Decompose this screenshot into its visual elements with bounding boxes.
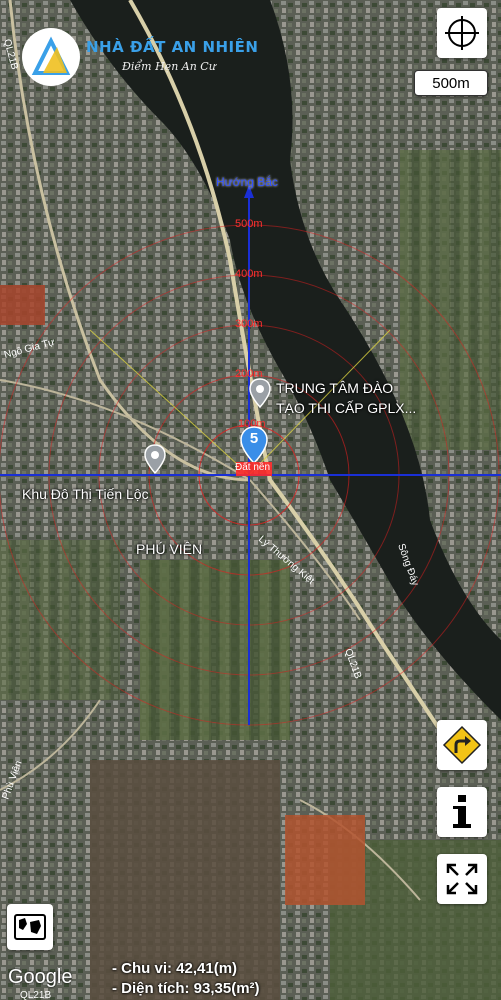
logo-title: NHÀ ĐẤT AN NHIÊN xyxy=(86,38,259,56)
scale-indicator: 500m xyxy=(414,70,488,96)
google-attribution: Google xyxy=(8,966,73,988)
ring-label-400m: 400m xyxy=(235,268,263,280)
urban-area-pin-icon[interactable] xyxy=(144,444,166,479)
training-center-pin-icon[interactable] xyxy=(249,378,271,413)
directions-button[interactable] xyxy=(437,720,487,770)
marker-tag: Đất nền xyxy=(235,462,271,473)
turn-right-arrow-icon xyxy=(442,725,482,765)
map-icon xyxy=(14,914,46,940)
ring-label-500m: 500m xyxy=(235,218,263,230)
fullscreen-button[interactable] xyxy=(437,854,487,904)
road-label-ql21b-bottom: QL21B xyxy=(20,990,51,1000)
expand-arrows-icon xyxy=(446,863,478,895)
place-label-training-center[interactable]: TRUNG TÂM ĐÀO TẠO THI CẤP GPLX... xyxy=(276,378,416,418)
marker-number: 5 xyxy=(249,430,259,447)
crosshair-target-icon xyxy=(445,16,479,50)
logo xyxy=(22,28,80,86)
perimeter-text: - Chu vi: 42,41(m) xyxy=(112,960,238,977)
area-text: - Diện tích: 93,35(m²) xyxy=(112,980,260,997)
map-layer-button[interactable] xyxy=(7,904,53,950)
info-icon xyxy=(453,795,471,828)
place-label-urban-area[interactable]: Khu Đô Thị Tiến Lộc xyxy=(22,486,149,502)
ring-label-300m: 300m xyxy=(235,318,263,330)
north-direction-label: Hướng Bắc xyxy=(216,175,278,189)
place-label-ward: PHÚ VIÊN xyxy=(136,541,203,557)
locate-button[interactable] xyxy=(437,8,487,58)
logo-emblem-icon xyxy=(31,36,71,75)
info-button[interactable] xyxy=(437,787,487,837)
logo-subtitle: Điểm Hẹn An Cư xyxy=(122,60,216,73)
